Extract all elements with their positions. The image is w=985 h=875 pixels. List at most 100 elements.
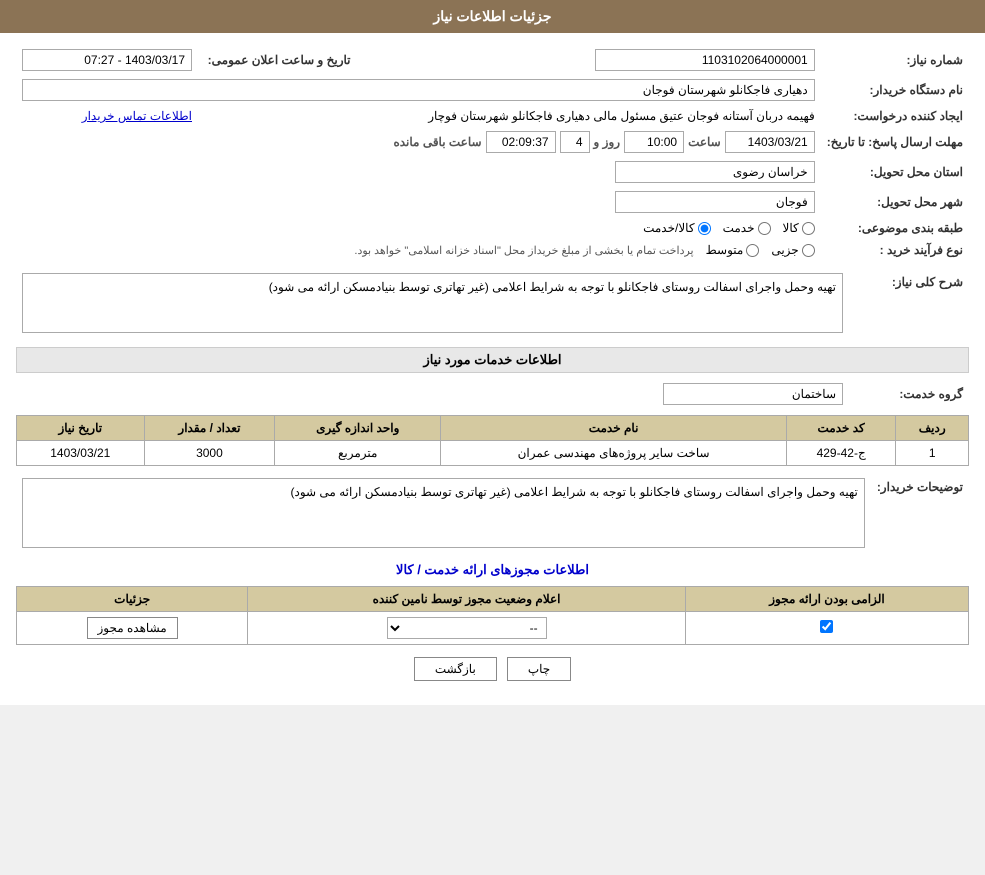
city-input: فوجان xyxy=(615,191,815,213)
radio-medium-label: متوسط xyxy=(706,243,744,257)
deadline-days-input: 4 xyxy=(560,131,590,153)
services-table: ردیف کد خدمت نام خدمت واحد اندازه گیری ت… xyxy=(16,415,969,466)
cell-service-code: ج-42-429 xyxy=(786,441,895,466)
col-service-code: کد خدمت xyxy=(786,416,895,441)
radio-medium: متوسط xyxy=(706,243,760,257)
description-table: شرح کلی نیاز: تهیه وحمل واجرای اسفالت رو… xyxy=(16,269,969,337)
back-button[interactable]: بازگشت xyxy=(414,657,497,681)
cell-required xyxy=(685,612,968,645)
process-value: جزیی متوسط پرداخت تمام یا بخشی از مبلغ خ… xyxy=(16,239,821,261)
buyer-notes-row: توضیحات خریدار: تهیه وحمل واجرای اسفالت … xyxy=(16,474,969,552)
required-checkbox[interactable] xyxy=(820,620,833,633)
deadline-days-label: روز و xyxy=(594,135,621,149)
creator-row: ایجاد کننده درخواست: فهیمه دربان آستانه … xyxy=(16,105,969,127)
province-value: خراسان رضوی xyxy=(16,157,821,187)
radio-service-label: خدمت xyxy=(723,221,755,235)
city-value: فوجان xyxy=(16,187,821,217)
category-value: کالا خدمت کالا/خدمت xyxy=(16,217,821,239)
need-number-input: 1103102064000001 xyxy=(595,49,815,71)
buyer-org-row: نام دستگاه خریدار: دهیاری فاجکانلو شهرست… xyxy=(16,75,969,105)
group-service-label: گروه خدمت: xyxy=(849,379,969,409)
deadline-row: مهلت ارسال پاسخ: تا تاریخ: 1403/03/21 سا… xyxy=(16,127,969,157)
creator-link-cell: اطلاعات تماس خریدار xyxy=(16,105,198,127)
group-service-value: ساختمان xyxy=(16,379,849,409)
city-label: شهر محل تحویل: xyxy=(821,187,969,217)
radio-goods-service-input[interactable] xyxy=(698,222,711,235)
services-header-row: ردیف کد خدمت نام خدمت واحد اندازه گیری ت… xyxy=(17,416,969,441)
creator-link[interactable]: اطلاعات تماس خریدار xyxy=(82,109,192,123)
cell-date: 1403/03/21 xyxy=(17,441,145,466)
radio-goods: کالا xyxy=(783,221,815,235)
col-date: تاریخ نیاز xyxy=(17,416,145,441)
radio-goods-input[interactable] xyxy=(802,222,815,235)
province-input: خراسان رضوی xyxy=(615,161,815,183)
deadline-date-input: 1403/03/21 xyxy=(725,131,815,153)
buyer-org-value: دهیاری فاجکانلو شهرستان فوجان xyxy=(16,75,821,105)
deadline-remaining-input: 02:09:37 xyxy=(486,131,556,153)
creator-label: ایجاد کننده درخواست: xyxy=(821,105,969,127)
city-row: شهر محل تحویل: فوجان xyxy=(16,187,969,217)
radio-service: خدمت xyxy=(723,221,771,235)
permissions-section-title[interactable]: اطلاعات مجوزهای ارائه خدمت / کالا xyxy=(16,562,969,578)
permissions-header-row: الزامی بودن ارائه مجوز اعلام وضعیت مجوز … xyxy=(17,587,969,612)
cell-unit: مترمربع xyxy=(275,441,441,466)
province-row: استان محل تحویل: خراسان رضوی xyxy=(16,157,969,187)
creator-text: فهیمه دربان آستانه فوجان عتیق مسئول مالی… xyxy=(428,109,815,123)
need-number-value: 1103102064000001 xyxy=(589,45,821,75)
content-area: شماره نیاز: 1103102064000001 تاریخ و ساع… xyxy=(0,33,985,705)
col-quantity: تعداد / مقدار xyxy=(144,416,275,441)
radio-goods-label: کالا xyxy=(783,221,799,235)
radio-partial-label: جزیی xyxy=(771,243,798,257)
process-row: نوع فرآیند خرید : جزیی متوسط پرداخت xyxy=(16,239,969,261)
cell-row-num: 1 xyxy=(896,441,969,466)
col-unit: واحد اندازه گیری xyxy=(275,416,441,441)
cell-status: -- xyxy=(248,612,686,645)
group-service-row: گروه خدمت: ساختمان xyxy=(16,379,969,409)
col-status: اعلام وضعیت مجوز توسط نامین کننده xyxy=(248,587,686,612)
buyer-notes-table: توضیحات خریدار: تهیه وحمل واجرای اسفالت … xyxy=(16,474,969,552)
description-label: شرح کلی نیاز: xyxy=(849,269,969,337)
radio-partial: جزیی xyxy=(771,243,814,257)
deadline-label: مهلت ارسال پاسخ: تا تاریخ: xyxy=(821,127,969,157)
group-service-table: گروه خدمت: ساختمان xyxy=(16,379,969,409)
services-section-title: اطلاعات خدمات مورد نیاز xyxy=(16,347,969,373)
process-label: نوع فرآیند خرید : xyxy=(821,239,969,261)
creator-value: فهیمه دربان آستانه فوجان عتیق مسئول مالی… xyxy=(198,105,821,127)
need-number-row: شماره نیاز: 1103102064000001 تاریخ و ساع… xyxy=(16,45,969,75)
buyer-org-input: دهیاری فاجکانلو شهرستان فوجان xyxy=(22,79,815,101)
page-header: جزئیات اطلاعات نیاز xyxy=(0,0,985,33)
description-box: تهیه وحمل واجرای اسفالت روستای فاجکانلو … xyxy=(22,273,843,333)
deadline-time-input: 10:00 xyxy=(624,131,684,153)
announce-input: 1403/03/17 - 07:27 xyxy=(22,49,192,71)
radio-partial-input[interactable] xyxy=(802,244,815,257)
cell-service-name: ساخت سایر پروژه‌های مهندسی عمران xyxy=(441,441,787,466)
permissions-table-row: -- مشاهده مجوز xyxy=(17,612,969,645)
col-required: الزامی بودن ارائه مجوز xyxy=(685,587,968,612)
bottom-buttons: چاپ بازگشت xyxy=(16,645,969,693)
radio-medium-input[interactable] xyxy=(746,244,759,257)
buyer-org-label: نام دستگاه خریدار: xyxy=(821,75,969,105)
permissions-section: اطلاعات مجوزهای ارائه خدمت / کالا الزامی… xyxy=(16,562,969,645)
description-value-cell: تهیه وحمل واجرای اسفالت روستای فاجکانلو … xyxy=(16,269,849,337)
col-row-num: ردیف xyxy=(896,416,969,441)
cell-details: مشاهده مجوز xyxy=(17,612,248,645)
page-title: جزئیات اطلاعات نیاز xyxy=(433,8,551,24)
description-row: شرح کلی نیاز: تهیه وحمل واجرای اسفالت رو… xyxy=(16,269,969,337)
deadline-value: 1403/03/21 ساعت 10:00 روز و 4 02:09:37 س… xyxy=(16,127,821,157)
announce-label: تاریخ و ساعت اعلان عمومی: xyxy=(198,45,357,75)
main-info-table: شماره نیاز: 1103102064000001 تاریخ و ساع… xyxy=(16,45,969,261)
buyer-notes-value-cell: تهیه وحمل واجرای اسفالت روستای فاجکانلو … xyxy=(16,474,871,552)
status-select[interactable]: -- xyxy=(387,617,547,639)
col-service-name: نام خدمت xyxy=(441,416,787,441)
services-table-row: 1 ج-42-429 ساخت سایر پروژه‌های مهندسی عم… xyxy=(17,441,969,466)
buyer-notes-label: توضیحات خریدار: xyxy=(871,474,969,552)
category-row: طبقه بندی موضوعی: کالا خدمت xyxy=(16,217,969,239)
page-wrapper: جزئیات اطلاعات نیاز شماره نیاز: 11031020… xyxy=(0,0,985,705)
process-note: پرداخت تمام یا بخشی از مبلغ خریداز محل "… xyxy=(354,244,693,257)
view-permission-button[interactable]: مشاهده مجوز xyxy=(87,617,178,639)
print-button[interactable]: چاپ xyxy=(507,657,571,681)
cell-quantity: 3000 xyxy=(144,441,275,466)
buyer-notes-box: تهیه وحمل واجرای اسفالت روستای فاجکانلو … xyxy=(22,478,865,548)
category-label: طبقه بندی موضوعی: xyxy=(821,217,969,239)
radio-service-input[interactable] xyxy=(758,222,771,235)
